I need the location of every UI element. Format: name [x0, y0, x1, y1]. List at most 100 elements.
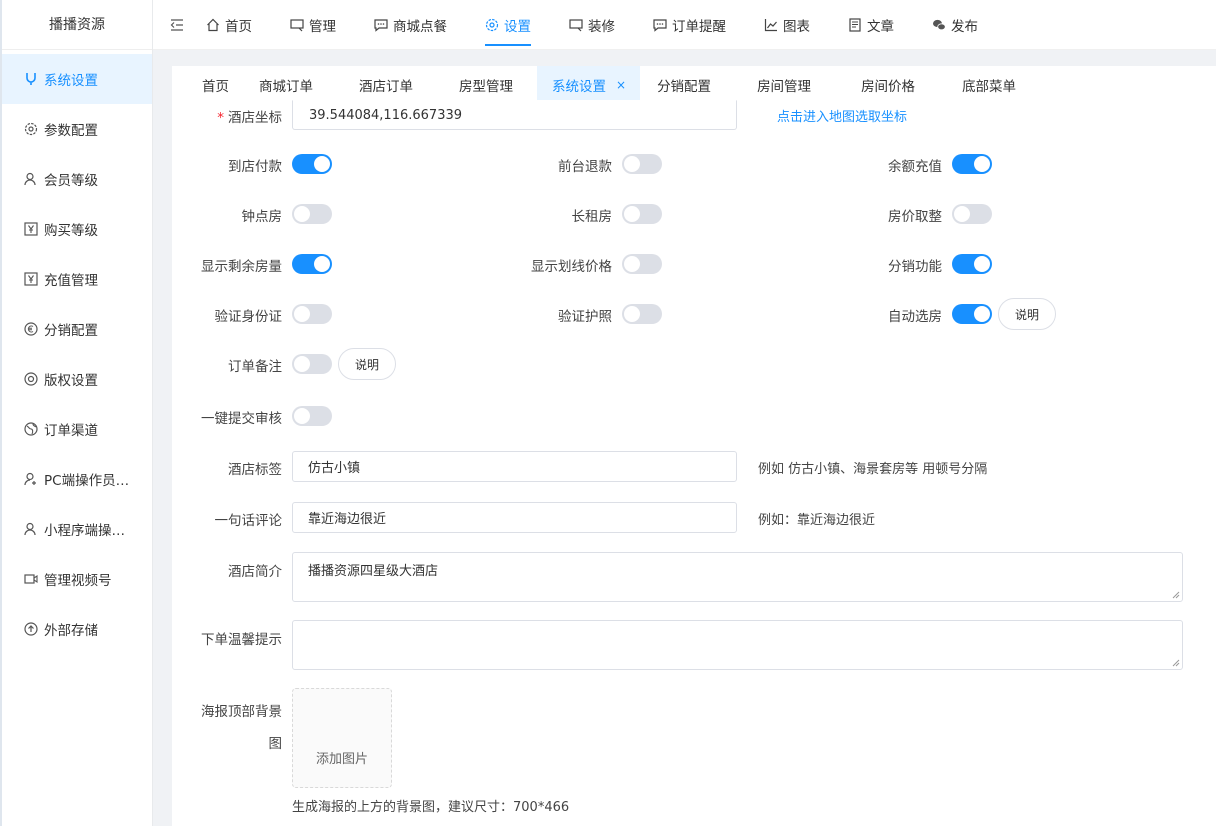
toggle-switch[interactable]: [292, 354, 332, 374]
nav-articles[interactable]: 文章: [848, 0, 894, 50]
toggle-switch[interactable]: [292, 254, 332, 274]
coord-row: * 酒店坐标: [172, 100, 282, 132]
tab-label: 商城订单: [259, 79, 313, 95]
tab-label: 房间管理: [757, 79, 812, 95]
toggle-knob: [294, 408, 310, 424]
switch-label: 分销功能: [888, 259, 942, 275]
toggle-knob: [314, 156, 330, 172]
toggle-switch[interactable]: [952, 154, 992, 174]
nav-manage[interactable]: 管理: [290, 0, 336, 50]
nav-home[interactable]: 首页: [206, 0, 252, 50]
poster-hint: 生成海报的上方的背景图，建议尺寸：700*466: [292, 800, 570, 815]
toggle-knob: [974, 306, 990, 322]
yen-box-icon: [24, 222, 38, 236]
menu-collapse-icon[interactable]: [170, 18, 188, 31]
tab-hotel-orders[interactable]: 酒店订单: [329, 66, 443, 104]
switch-control-wrap: [622, 204, 662, 224]
sidebar-item-label: 订单渠道: [44, 423, 98, 439]
sidebar-item-miniapp-operator[interactable]: 小程序端操作员管理: [2, 504, 152, 554]
switch-control-wrap: [952, 254, 992, 274]
chat-icon: [374, 18, 388, 32]
intro-textarea[interactable]: 播播资源四星级大酒店: [292, 552, 1183, 602]
nav-label: 订单提醒: [672, 18, 726, 35]
switch-control-wrap: [952, 154, 992, 174]
switch-label: 长租房: [571, 209, 613, 225]
toggle-switch[interactable]: [952, 254, 992, 274]
resize-grip-icon[interactable]: [1172, 591, 1180, 599]
switch-label: 钟点房: [241, 209, 283, 225]
map-pick-link[interactable]: 点击进入地图选取坐标: [777, 106, 907, 125]
toggle-switch[interactable]: [622, 154, 662, 174]
toggle-knob: [624, 306, 640, 322]
coord-label: * 酒店坐标: [217, 110, 282, 126]
tag-input[interactable]: 仿古小镇: [292, 451, 737, 482]
tab-bottom-menu[interactable]: 底部菜单: [962, 66, 1016, 104]
switch-control-wrap: [292, 304, 332, 324]
nav-mall-order[interactable]: 商城点餐: [374, 0, 447, 50]
toggle-switch[interactable]: [292, 304, 332, 324]
chart-icon: [764, 18, 778, 32]
sidebar-item-recharge[interactable]: 充值管理: [2, 254, 152, 304]
switch-control-wrap: 说明: [292, 348, 397, 380]
toggle-switch[interactable]: [952, 304, 992, 324]
monitor-icon: [569, 18, 583, 32]
nav-label: 装修: [588, 18, 615, 35]
switch-control-wrap: [292, 406, 332, 426]
close-icon[interactable]: ×: [616, 78, 626, 92]
tab-label: 底部菜单: [962, 79, 1017, 95]
toggle-switch[interactable]: [292, 154, 332, 174]
tab-label: 酒店订单: [359, 79, 413, 95]
toggle-switch[interactable]: [292, 406, 332, 426]
tag-label: 酒店标签: [228, 462, 282, 478]
nav-charts[interactable]: 图表: [764, 0, 810, 50]
tab-room-prices[interactable]: 房间价格: [861, 66, 962, 104]
user-add-icon: [24, 472, 38, 486]
sidebar-item-video-account[interactable]: 管理视频号: [2, 554, 152, 604]
switch-label: 显示剩余房量: [201, 259, 282, 275]
sidebar-item-param-config[interactable]: 参数配置: [2, 104, 152, 154]
resize-grip-icon[interactable]: [1172, 659, 1180, 667]
sidebar-item-copyright[interactable]: 版权设置: [2, 354, 152, 404]
sidebar-item-external-storage[interactable]: 外部存储: [2, 604, 152, 654]
sidebar: 播播资源 系统设置 参数配置 会员等级 购买等级 充值管理 分销配置 版权设置 …: [0, 0, 153, 826]
sidebar-item-purchase-level[interactable]: 购买等级: [2, 204, 152, 254]
tab-home[interactable]: 首页: [172, 66, 243, 104]
sidebar-item-label: 会员等级: [44, 173, 98, 189]
switch-label: 显示划线价格: [531, 259, 612, 275]
tab-mall-orders[interactable]: 商城订单: [243, 66, 329, 104]
tuning-fork-icon: [24, 72, 38, 86]
nav-order-reminder[interactable]: 订单提醒: [653, 0, 726, 50]
tab-room-management[interactable]: 房间管理: [757, 66, 861, 104]
sidebar-item-distribution[interactable]: 分销配置: [2, 304, 152, 354]
sidebar-item-order-channel[interactable]: 订单渠道: [2, 404, 152, 454]
tab-system-settings[interactable]: 系统设置 ×: [537, 66, 641, 104]
nav-decorate[interactable]: 装修: [569, 0, 615, 50]
coord-input[interactable]: 39.544084,116.667339: [292, 100, 737, 130]
toggle-switch[interactable]: [622, 304, 662, 324]
explain-button[interactable]: 说明: [998, 298, 1057, 330]
sidebar-item-system-settings[interactable]: 系统设置: [2, 54, 152, 104]
sidebar-item-member-level[interactable]: 会员等级: [2, 154, 152, 204]
switch-control-wrap: [292, 204, 332, 224]
toggle-switch[interactable]: [622, 204, 662, 224]
comment-input[interactable]: 靠近海边很近: [292, 502, 737, 533]
switch-control-wrap: [622, 154, 662, 174]
tab-room-types[interactable]: 房型管理: [443, 66, 537, 104]
explain-button[interactable]: 说明: [338, 348, 397, 380]
toggle-knob: [294, 356, 310, 372]
toggle-knob: [624, 206, 640, 222]
toggle-switch[interactable]: [952, 204, 992, 224]
tab-label: 首页: [202, 79, 229, 95]
toggle-switch[interactable]: [292, 204, 332, 224]
nav-publish[interactable]: 发布: [932, 0, 978, 50]
sidebar-item-pc-operator[interactable]: PC端操作员管理: [2, 454, 152, 504]
tab-distribution-config[interactable]: 分销配置: [640, 66, 757, 104]
switch-label: 前台退款: [558, 159, 612, 175]
add-image-button[interactable]: 添加图片: [292, 688, 392, 788]
tag-hint: 例如 仿古小镇、海景套房等 用顿号分隔: [758, 462, 988, 477]
notice-textarea[interactable]: [292, 620, 1183, 670]
nav-settings[interactable]: 设置: [485, 0, 531, 50]
switch-label: 到店付款: [228, 159, 282, 175]
toggle-switch[interactable]: [622, 254, 662, 274]
sidebar-item-label: 参数配置: [44, 123, 98, 139]
